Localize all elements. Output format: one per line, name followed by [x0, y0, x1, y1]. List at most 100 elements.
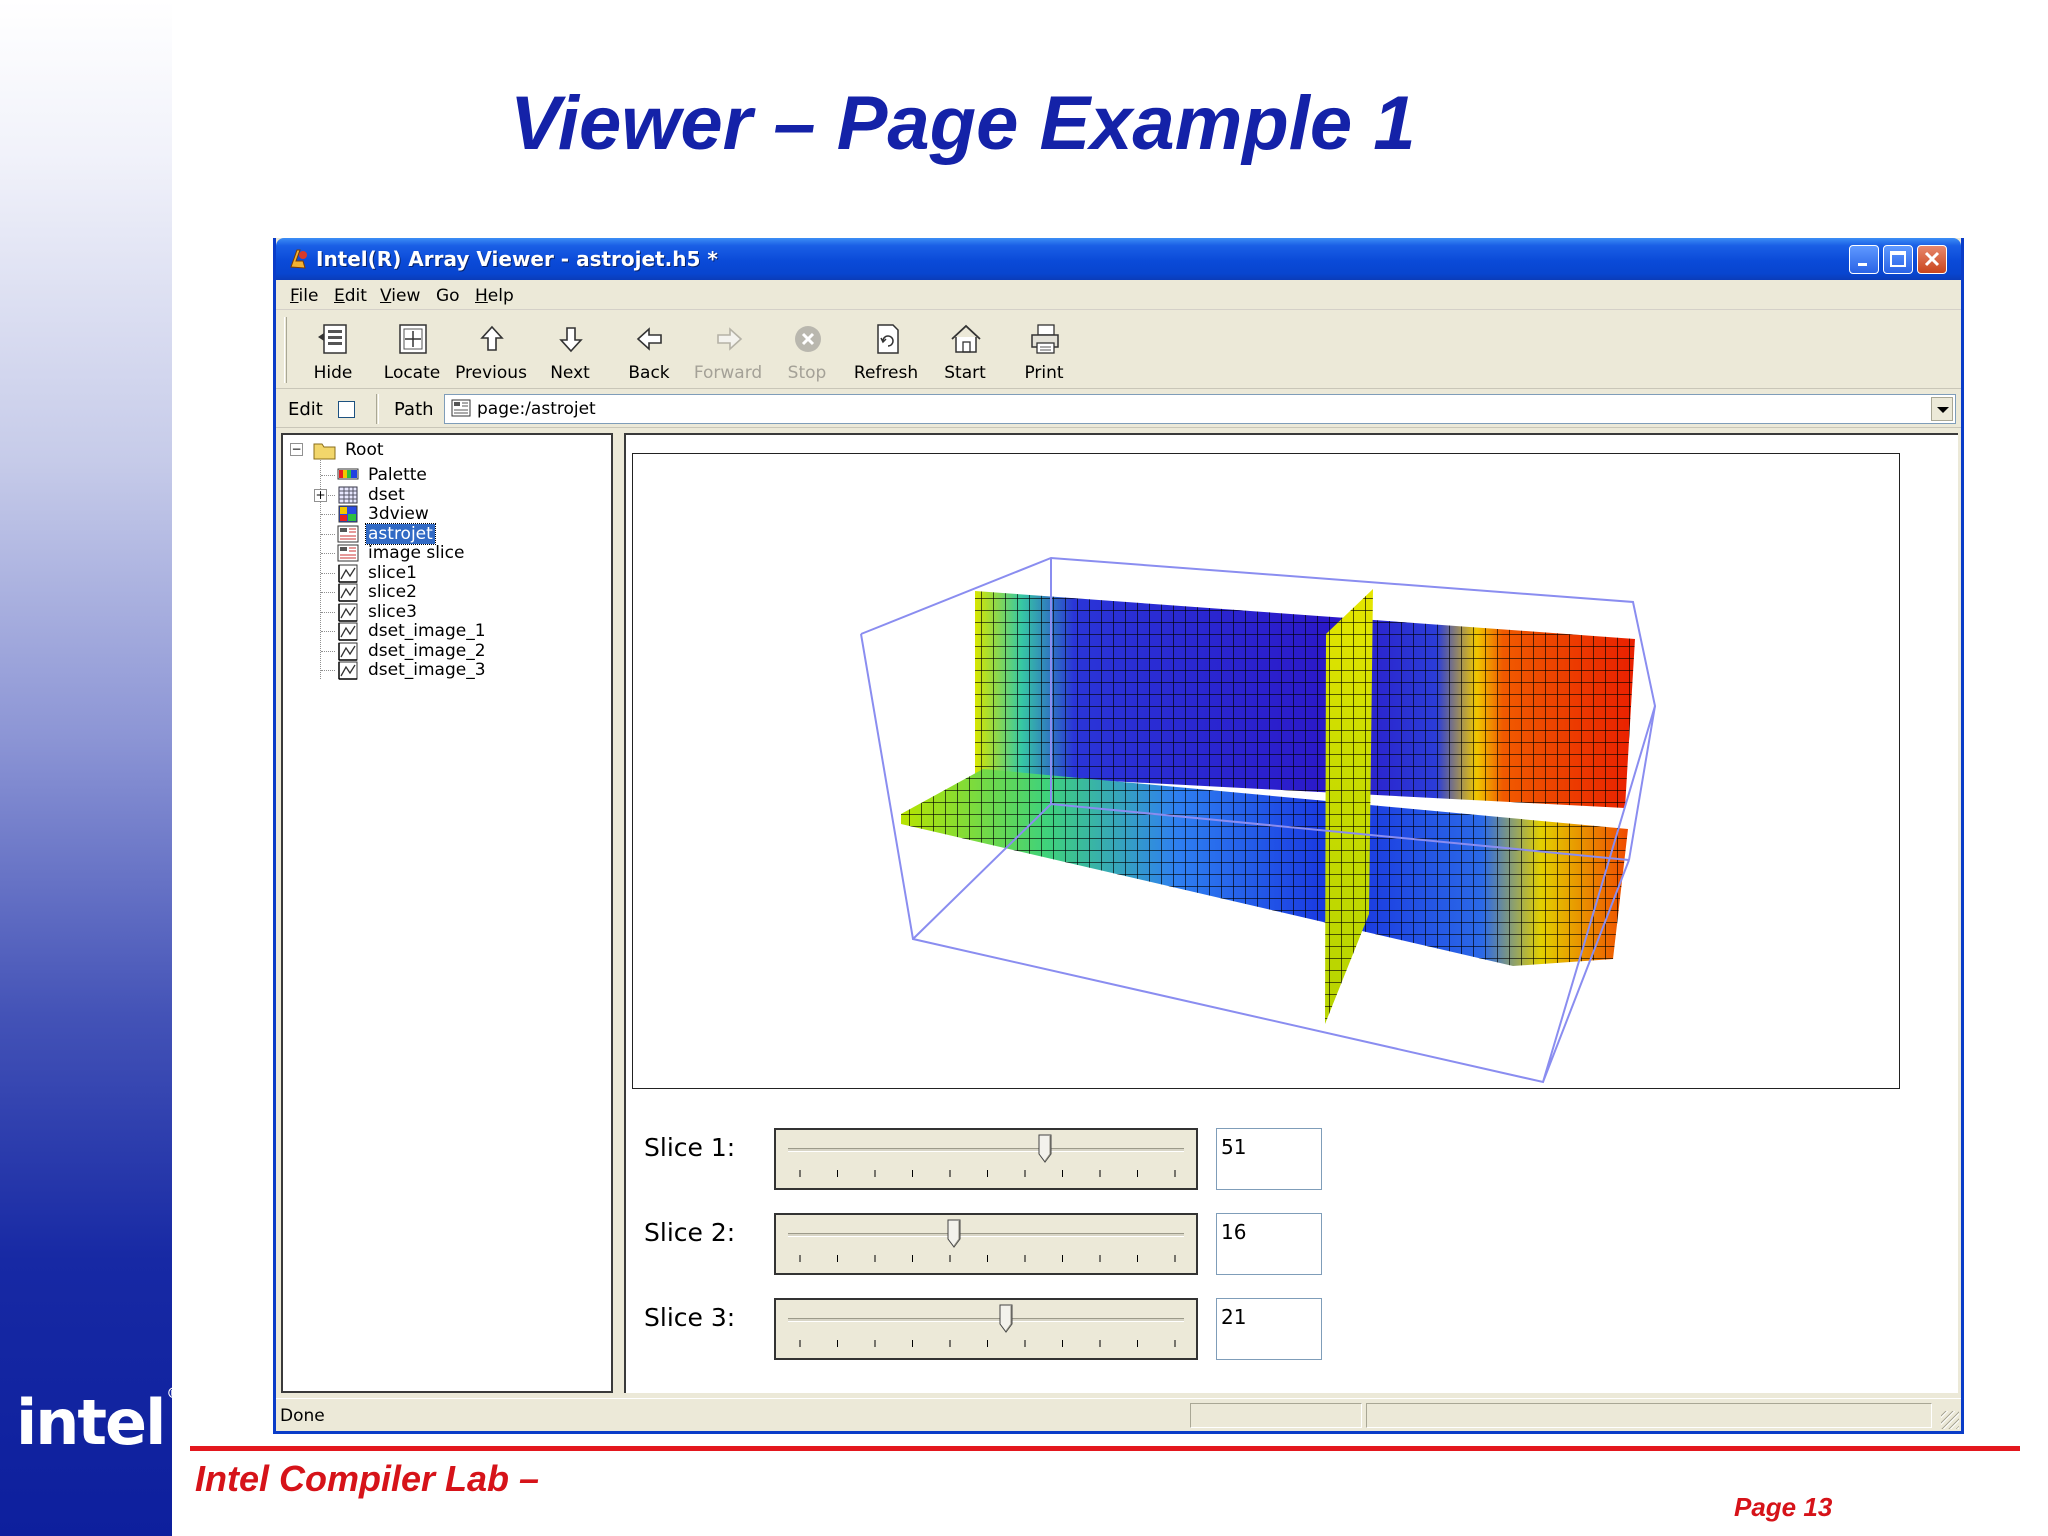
stop-button[interactable]: Stop: [768, 311, 846, 389]
menu-go[interactable]: Go: [436, 286, 460, 306]
slice-2-label: Slice 2:: [644, 1218, 736, 1247]
forward-button[interactable]: Forward: [689, 311, 767, 389]
page-icon: [451, 399, 471, 417]
menu-file-rest: ile: [298, 286, 319, 306]
down-arrow-icon: [559, 327, 583, 353]
path-dropdown-button[interactable]: [1931, 397, 1953, 421]
tree-item-label: slice2: [368, 582, 417, 602]
folder-icon: [313, 443, 336, 460]
status-pane-1: [1190, 1403, 1362, 1428]
next-button[interactable]: Next: [531, 311, 609, 389]
tree-guide-branch: [321, 553, 335, 554]
path-combobox[interactable]: page:/astrojet: [444, 394, 1956, 424]
tree-item-label: Palette: [368, 465, 427, 485]
path-value: page:/astrojet: [477, 399, 596, 419]
slice-3-label: Slice 3:: [644, 1303, 736, 1332]
slice-2-slider[interactable]: [774, 1213, 1198, 1275]
tree-item-label: slice3: [368, 601, 417, 622]
left-gradient-band: [0, 0, 172, 1536]
logo-registered-mark: ®: [166, 1386, 180, 1402]
edit-checkbox[interactable]: [338, 401, 355, 418]
plot-icon: [338, 661, 358, 680]
back-button[interactable]: Back: [610, 311, 688, 389]
menu-help-rest: elp: [487, 286, 514, 306]
array-viewer-window: Intel(R) Array Viewer - astrojet.h5 * Fi…: [273, 238, 1964, 1434]
menu-help[interactable]: Help: [475, 286, 514, 306]
page-content: Slice 1: 51 Slice 2: 16 Slice 3: 21: [624, 433, 1958, 1393]
hide-button[interactable]: Hide: [294, 311, 372, 389]
title-bar[interactable]: Intel(R) Array Viewer - astrojet.h5 *: [276, 238, 1961, 280]
window-title: Intel(R) Array Viewer - astrojet.h5 *: [316, 247, 718, 271]
tree-root-label: Root: [345, 440, 384, 460]
resize-grip[interactable]: [1941, 1411, 1959, 1429]
slider-ticks: [799, 1255, 1176, 1262]
previous-button[interactable]: Previous: [452, 311, 530, 389]
left-arrow-icon: [636, 327, 662, 351]
menu-file[interactable]: File: [290, 286, 318, 306]
menu-file-key: F: [290, 286, 299, 306]
astrojet-3d-view[interactable]: [632, 453, 1900, 1089]
tree-expand-toggle[interactable]: +: [314, 488, 327, 502]
tree-guide-branch: [321, 650, 335, 652]
start-button[interactable]: Start: [926, 311, 1004, 389]
tree-item-label: astrojet: [365, 522, 436, 545]
tree-item-label: slice1: [368, 562, 417, 583]
tree-guide-branch: [321, 611, 335, 613]
slider-thumb[interactable]: [1038, 1134, 1052, 1164]
slice-2-value[interactable]: 16: [1216, 1213, 1322, 1275]
printer-icon: [1031, 324, 1059, 354]
locate-label: Locate: [383, 363, 441, 383]
tree-item-label: dset: [368, 484, 405, 505]
intel-logo: intel ®: [16, 1386, 180, 1459]
home-icon: [951, 324, 981, 353]
menu-view-rest: iew: [391, 286, 421, 306]
menu-edit-key: E: [334, 286, 345, 306]
toolbar-grip[interactable]: [284, 317, 287, 383]
slice-1-value[interactable]: 51: [1216, 1128, 1322, 1190]
tree-item-label: dset_image_1: [368, 621, 486, 641]
next-label: Next: [550, 363, 590, 383]
slide-title: Viewer – Page Example 1: [510, 81, 1416, 166]
maximize-icon: [1890, 251, 1906, 267]
stop-label: Stop: [787, 363, 827, 383]
tree-item-label: dset_image_2: [368, 640, 486, 661]
menu-view[interactable]: View: [380, 286, 420, 306]
status-bar: Done: [276, 1398, 1961, 1431]
refresh-button[interactable]: Refresh: [847, 311, 925, 389]
logo-text: intel: [16, 1386, 166, 1459]
slider-track: [788, 1148, 1184, 1152]
slider-track: [788, 1318, 1184, 1322]
tree-guide-branch: [321, 572, 335, 574]
locate-button[interactable]: Locate: [373, 311, 451, 389]
tree-guide-branch: [321, 670, 335, 671]
tree-guide-branch: [321, 475, 335, 476]
slice-1-slider[interactable]: [774, 1128, 1198, 1190]
slice-1-label: Slice 1:: [644, 1133, 736, 1162]
panel-splitter[interactable]: [613, 433, 624, 1393]
previous-label: Previous: [455, 363, 527, 383]
close-icon: [1924, 251, 1940, 267]
page-number: Page 13: [1734, 1492, 1833, 1522]
menu-go-label: Go: [436, 286, 460, 306]
slice-3-value[interactable]: 21: [1216, 1298, 1322, 1360]
slider-thumb[interactable]: [999, 1304, 1013, 1334]
maximize-button[interactable]: [1883, 245, 1913, 274]
close-button[interactable]: [1917, 245, 1947, 274]
root-collapse-toggle[interactable]: −: [290, 443, 303, 456]
locate-icon: [399, 324, 427, 354]
status-pane-2: [1366, 1403, 1932, 1428]
up-arrow-icon: [480, 325, 504, 351]
tree-panel[interactable]: − Root Palette dset +3dview astrojet image s…: [281, 433, 613, 1393]
print-button[interactable]: Print: [1005, 311, 1083, 389]
minimize-button[interactable]: [1849, 245, 1879, 274]
menu-help-key: H: [475, 286, 488, 306]
edit-label: Edit: [288, 399, 323, 420]
slider-ticks: [799, 1170, 1176, 1177]
footer-lab-title: Intel Compiler Lab –: [195, 1458, 540, 1499]
slider-thumb[interactable]: [947, 1219, 961, 1249]
menu-edit[interactable]: Edit: [334, 286, 367, 306]
slice-3-slider[interactable]: [774, 1298, 1198, 1360]
hide-icon: [318, 324, 347, 354]
slider-track: [788, 1233, 1184, 1237]
path-label: Path: [394, 399, 434, 420]
